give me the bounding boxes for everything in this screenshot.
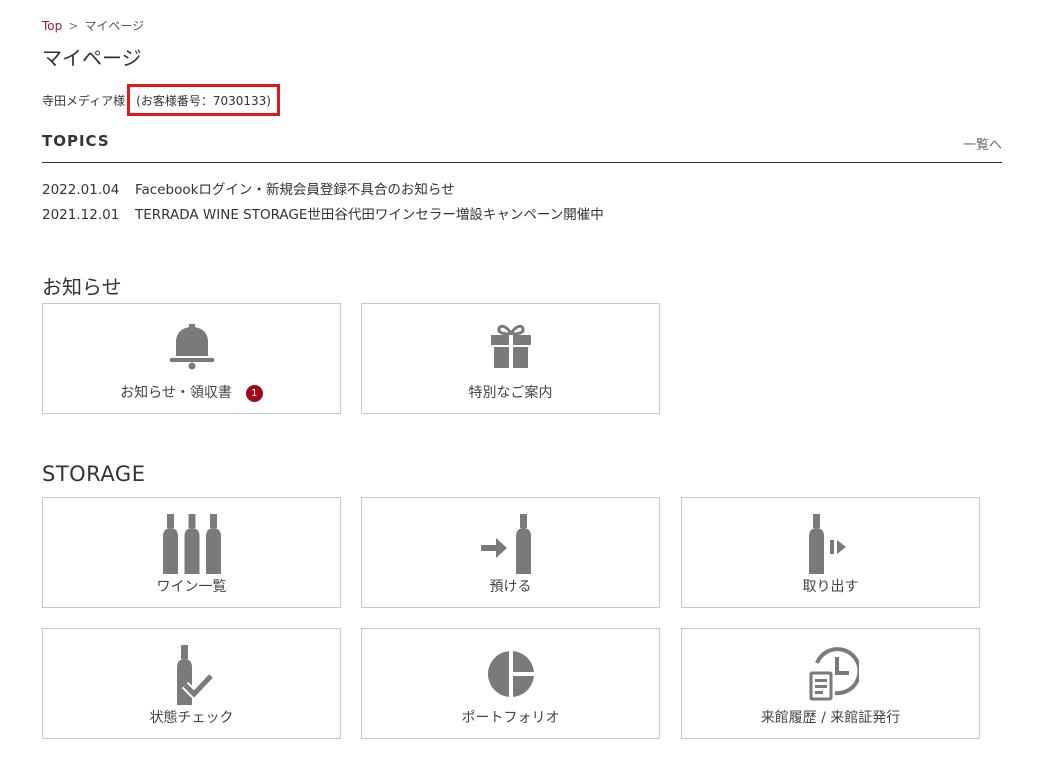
page-title: マイページ [42, 46, 142, 70]
unread-count-badge: 1 [245, 385, 263, 402]
breadcrumb: Top > マイページ [42, 17, 144, 34]
bottle-check-icon [43, 643, 340, 705]
customer-number: (お客様番号：7030133) [127, 84, 280, 116]
wine-list-label: ワイン一覧 [156, 579, 227, 595]
topics-list: 2022.01.04 Facebookログイン・新規会員登録不具合のお知らせ 20… [42, 178, 604, 228]
portfolio-chart-icon [362, 649, 659, 701]
customer-info: 寺田メディア様 (お客様番号：7030133) [42, 84, 280, 116]
visit-history-icon [682, 645, 979, 701]
withdraw-bottle-icon [682, 512, 979, 574]
topics-header: TOPICS 一覧へ [42, 132, 1002, 163]
withdraw-label: 取り出す [802, 579, 859, 595]
gift-icon [362, 320, 659, 372]
topics-title: TOPICS [42, 132, 110, 150]
breadcrumb-separator: > [68, 19, 79, 33]
withdraw-card[interactable]: 取り出す [681, 497, 980, 608]
topic-date: 2021.12.01 [42, 207, 120, 223]
portfolio-card[interactable]: ポートフォリオ [361, 628, 660, 739]
notice-receipt-label: お知らせ・領収書 1 [43, 382, 340, 402]
condition-check-label: 状態チェック [149, 710, 234, 726]
visit-history-card[interactable]: 来館履歴 / 来館証発行 [681, 628, 980, 739]
topic-text: TERRADA WINE STORAGE世田谷代田ワインセラー増設キャンペーン開… [135, 207, 604, 223]
wine-bottles-icon [43, 512, 340, 574]
special-guide-label: 特別なご案内 [468, 385, 553, 401]
breadcrumb-top-link[interactable]: Top [42, 19, 62, 33]
special-guide-card[interactable]: 特別なご案内 [361, 303, 660, 414]
notice-receipt-card[interactable]: お知らせ・領収書 1 [42, 303, 341, 414]
topic-item[interactable]: 2021.12.01 TERRADA WINE STORAGE世田谷代田ワインセラ… [42, 203, 604, 228]
portfolio-label: ポートフォリオ [461, 710, 560, 726]
visit-history-label: 来館履歴 / 来館証発行 [760, 710, 901, 726]
topic-date: 2022.01.04 [42, 182, 120, 198]
notice-receipt-text: お知らせ・領収書 [120, 385, 232, 401]
deposit-bottle-icon [362, 512, 659, 574]
breadcrumb-current: マイページ [84, 19, 145, 33]
deposit-label: 預ける [489, 579, 532, 595]
topic-item[interactable]: 2022.01.04 Facebookログイン・新規会員登録不具合のお知らせ [42, 178, 604, 203]
topics-more-link[interactable]: 一覧へ [963, 134, 1002, 153]
bell-icon [43, 320, 340, 372]
topic-text: Facebookログイン・新規会員登録不具合のお知らせ [135, 182, 455, 198]
storage-section-title: STORAGE [42, 462, 146, 486]
customer-name: 寺田メディア様 [42, 93, 126, 108]
condition-check-card[interactable]: 状態チェック [42, 628, 341, 739]
wine-list-card[interactable]: ワイン一覧 [42, 497, 341, 608]
deposit-card[interactable]: 預ける [361, 497, 660, 608]
notice-section-title: お知らせ [42, 275, 122, 299]
